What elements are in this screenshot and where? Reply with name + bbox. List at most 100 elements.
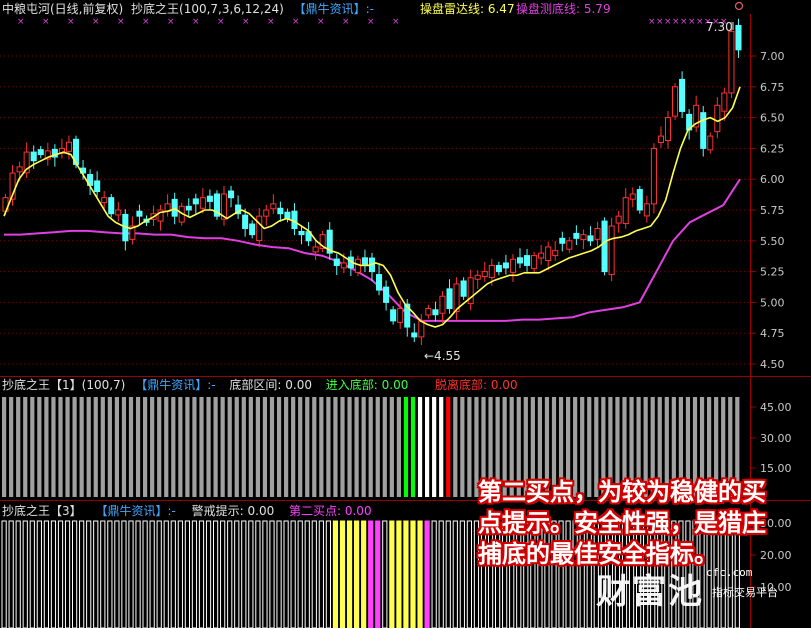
candle-body[interactable]	[622, 197, 629, 225]
top-x-marker: ×	[696, 17, 704, 27]
candle-body[interactable]	[552, 250, 559, 257]
candle-body[interactable]	[284, 211, 291, 220]
candle-body[interactable]	[629, 193, 636, 200]
candle-body[interactable]	[714, 104, 721, 133]
candle-body[interactable]	[488, 264, 495, 279]
bottom-zone-bar	[248, 397, 253, 497]
candle-body[interactable]	[397, 308, 404, 323]
candle-body[interactable]	[516, 257, 524, 264]
candle-body[interactable]	[707, 135, 714, 151]
candle-body[interactable]	[171, 198, 178, 217]
candle-body[interactable]	[411, 332, 418, 338]
candle-body[interactable]	[425, 308, 432, 316]
candle-body[interactable]	[495, 264, 502, 273]
candle-body[interactable]	[249, 223, 256, 236]
candle-body[interactable]	[376, 274, 383, 291]
candle-body[interactable]	[390, 309, 397, 322]
candle-body[interactable]	[481, 271, 488, 278]
candle-body[interactable]	[587, 235, 594, 242]
axis-tick-label: 5.25	[760, 266, 785, 279]
panel1-source: 【鼎牛资讯】:-	[135, 377, 215, 392]
candle-body[interactable]	[650, 147, 657, 205]
candle-body[interactable]	[679, 78, 686, 112]
candle-body[interactable]	[101, 197, 108, 204]
candle-body[interactable]	[263, 209, 270, 217]
candle-body[interactable]	[721, 92, 728, 112]
bottom-zone-bar	[291, 397, 296, 497]
candle-body[interactable]	[136, 210, 143, 217]
candle-body[interactable]	[30, 151, 37, 162]
alert-bar	[389, 520, 395, 628]
bottom-zone-bar	[65, 397, 70, 497]
candle-body[interactable]	[16, 166, 23, 173]
candle-body[interactable]	[664, 117, 672, 142]
candle-body[interactable]	[333, 258, 340, 266]
candle-body[interactable]	[270, 203, 277, 210]
alert-bar	[368, 520, 374, 628]
bottom-zone-bar	[312, 397, 317, 497]
candle-body[interactable]	[277, 207, 284, 215]
bottom-zone-bar	[79, 397, 84, 497]
candle-body[interactable]	[559, 237, 566, 244]
candle-body[interactable]	[636, 189, 643, 211]
candle-body[interactable]	[37, 149, 44, 156]
candle-body[interactable]	[580, 234, 587, 241]
candle-body[interactable]	[340, 262, 347, 269]
candle-body[interactable]	[65, 141, 72, 152]
candle-body[interactable]	[509, 258, 516, 273]
candle-body[interactable]	[383, 286, 390, 303]
candle-body[interactable]	[615, 215, 622, 224]
candle-body[interactable]	[242, 214, 249, 229]
candle-body[interactable]	[672, 86, 679, 117]
candle-body[interactable]	[298, 230, 305, 236]
panel1-title: 抄底之王【1】(100,7)	[2, 377, 125, 392]
candle-body[interactable]	[115, 209, 122, 216]
alert-bar	[417, 520, 423, 628]
candle-body[interactable]	[432, 309, 439, 316]
axis-tick-label: 15.00	[760, 462, 792, 475]
top-x-marker: ×	[342, 17, 350, 27]
bottom-zone-bar	[375, 397, 380, 497]
candle-body[interactable]	[418, 320, 425, 338]
candle-body[interactable]	[735, 24, 742, 51]
candle-body[interactable]	[361, 257, 368, 266]
candle-body[interactable]	[594, 227, 601, 240]
candle-body[interactable]	[192, 198, 199, 205]
candle-body[interactable]	[566, 240, 573, 250]
top-x-marker: ×	[92, 17, 100, 27]
top-x-marker: ×	[42, 17, 50, 27]
watermark-tagline: 指标交易平台	[712, 586, 778, 599]
candle-body[interactable]	[446, 288, 453, 310]
candle-body[interactable]	[573, 232, 580, 239]
candle-body[interactable]	[460, 280, 467, 297]
candle-body[interactable]	[185, 205, 192, 211]
watermark: 财富池 cfc.com 指标交易平台	[596, 566, 811, 612]
bottom-zone-bar	[234, 397, 239, 497]
top-x-marker: ×	[664, 17, 672, 27]
candle-body[interactable]	[643, 203, 650, 217]
watermark-brand: 财富池	[596, 572, 704, 612]
candle-body[interactable]	[228, 190, 235, 199]
top-x-marker: ×	[167, 17, 175, 27]
candle-body[interactable]	[531, 255, 538, 269]
candle-body[interactable]	[502, 262, 509, 269]
candle-body[interactable]	[601, 220, 608, 273]
bottom-line-value: 操盘测底线: 5.79	[516, 1, 611, 16]
candle-body[interactable]	[199, 197, 206, 209]
candle-body[interactable]	[108, 197, 115, 215]
candle-body[interactable]	[608, 225, 615, 276]
candle-body[interactable]	[728, 30, 735, 94]
candle-body[interactable]	[256, 215, 263, 242]
candle-body[interactable]	[524, 255, 531, 266]
candle-body[interactable]	[312, 246, 319, 253]
candle-body[interactable]	[206, 195, 213, 202]
top-x-marker: ×	[672, 17, 680, 27]
candle-body[interactable]	[545, 246, 552, 262]
candle-body[interactable]	[474, 274, 481, 280]
candle-body[interactable]	[700, 112, 707, 149]
top-x-marker: ×	[217, 17, 225, 27]
candle-body[interactable]	[657, 135, 664, 143]
candle-body[interactable]	[94, 180, 101, 193]
candle-body[interactable]	[538, 252, 545, 259]
candle-body[interactable]	[439, 295, 446, 314]
